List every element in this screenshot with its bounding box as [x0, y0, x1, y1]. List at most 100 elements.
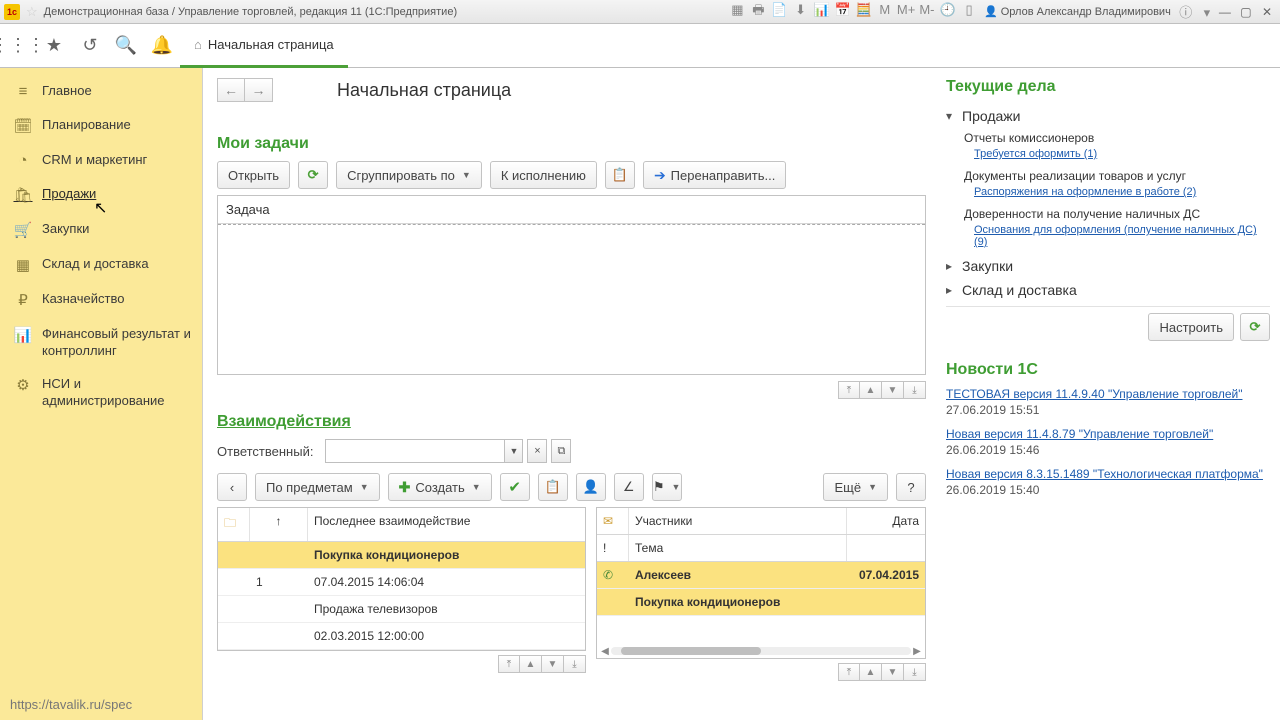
- configure-button[interactable]: Настроить: [1148, 313, 1234, 341]
- by-subject-button[interactable]: По предметам▼: [255, 473, 380, 501]
- doc-icon[interactable]: 📄: [770, 2, 788, 18]
- redirect-label: Перенаправить...: [671, 168, 776, 183]
- back-icon[interactable]: ←: [217, 78, 245, 102]
- calendar-icon[interactable]: 📅: [834, 2, 852, 18]
- table-row[interactable]: ✆ Алексеев 07.04.2015: [597, 562, 925, 589]
- apps-icon[interactable]: ⋮⋮⋮: [0, 24, 36, 68]
- sidebar-item-warehouse[interactable]: ▦Склад и доставка: [0, 247, 202, 282]
- open-button[interactable]: Открыть: [217, 161, 290, 189]
- dropdown-icon[interactable]: ▾: [1198, 5, 1216, 21]
- redirect-button[interactable]: ➔Перенаправить...: [643, 161, 786, 189]
- refresh-button[interactable]: ⟳: [1240, 313, 1270, 341]
- table-row[interactable]: Покупка кондиционеров: [597, 589, 925, 616]
- create-button[interactable]: ✚Создать▼: [388, 473, 492, 501]
- accept-button[interactable]: 📋: [605, 161, 635, 189]
- up-icon[interactable]: ▲: [860, 381, 882, 399]
- help-button[interactable]: ?: [896, 473, 926, 501]
- tasks-nav: ⤒▲▼⤓: [217, 381, 926, 399]
- down-icon[interactable]: ▼: [882, 381, 904, 399]
- table-row[interactable]: Продажа телевизоров: [218, 596, 585, 623]
- affairs-sales[interactable]: ▾Продажи: [946, 104, 1270, 128]
- grid-icon[interactable]: ▦: [728, 2, 746, 18]
- tasks-body[interactable]: [218, 224, 925, 374]
- affairs-warehouse[interactable]: ▸Склад и доставка: [946, 278, 1270, 302]
- user-block[interactable]: 👤 Орлов Александр Владимирович: [984, 5, 1171, 18]
- sidebar-item-admin[interactable]: ⚙НСИ и администрирование: [0, 367, 202, 417]
- col-icon[interactable]: 🗀: [218, 508, 250, 541]
- bell-icon[interactable]: 🔔: [144, 24, 180, 68]
- group-button[interactable]: Сгруппировать по▼: [336, 161, 482, 189]
- m-plus-icon[interactable]: M+: [897, 2, 915, 17]
- first-icon[interactable]: ⤒: [498, 655, 520, 673]
- news-link[interactable]: Новая версия 11.4.8.79 "Управление торго…: [946, 427, 1270, 441]
- chart-icon[interactable]: 📊: [813, 2, 831, 18]
- last-icon[interactable]: ⤓: [904, 381, 926, 399]
- sidebar-item-finance[interactable]: 📊Финансовый результат и контроллинг: [0, 317, 202, 367]
- col-date[interactable]: Дата: [847, 508, 925, 534]
- table-row[interactable]: 02.03.2015 12:00:00: [218, 623, 585, 650]
- close-icon[interactable]: ✕: [1258, 5, 1276, 19]
- minimize-icon[interactable]: —: [1216, 5, 1234, 19]
- table-row[interactable]: Покупка кондиционеров: [218, 542, 585, 569]
- affairs-link[interactable]: Требуется оформить (1): [946, 148, 1270, 160]
- star-icon[interactable]: ☆: [26, 4, 38, 20]
- first-icon[interactable]: ⤒: [838, 381, 860, 399]
- search-icon[interactable]: 🔍: [108, 24, 144, 68]
- left-arrow-icon[interactable]: ◀: [599, 646, 611, 657]
- up-icon[interactable]: ▲: [520, 655, 542, 673]
- history-icon[interactable]: ↺: [72, 24, 108, 68]
- info-icon[interactable]: ⓘ: [1177, 2, 1195, 21]
- down-icon[interactable]: ▼: [882, 663, 904, 681]
- refresh-button[interactable]: ⟳: [298, 161, 328, 189]
- sidebar-item-planning[interactable]: 🗓Планирование: [0, 108, 202, 143]
- tasks-column-header[interactable]: Задача: [218, 196, 925, 224]
- clock-icon[interactable]: 🕘: [939, 2, 957, 18]
- col-sort[interactable]: ↑: [250, 508, 308, 541]
- hscroll[interactable]: ◀▶: [597, 644, 925, 658]
- affairs-link[interactable]: Основания для оформления (получение нали…: [946, 224, 1270, 248]
- chevron-down-icon[interactable]: ▼: [505, 439, 523, 463]
- download-icon[interactable]: ⬇: [792, 2, 810, 18]
- interactions-title[interactable]: Взаимодействия: [217, 413, 926, 431]
- tab-home[interactable]: ⌂ Начальная страница: [180, 24, 348, 68]
- print-icon[interactable]: 🖶: [749, 1, 767, 23]
- clear-icon[interactable]: ×: [527, 439, 547, 463]
- col-last[interactable]: Последнее взаимодействие: [308, 508, 585, 541]
- maximize-icon[interactable]: ▢: [1237, 5, 1255, 19]
- last-icon[interactable]: ⤓: [564, 655, 586, 673]
- col-participants[interactable]: Участники: [629, 508, 847, 534]
- table-row[interactable]: 107.04.2015 14:06:04: [218, 569, 585, 596]
- sidebar-item-label: НСИ и администрирование: [42, 375, 192, 409]
- responsible-input[interactable]: [325, 439, 505, 463]
- check-button[interactable]: ✔: [500, 473, 530, 501]
- up-icon[interactable]: ▲: [860, 663, 882, 681]
- flag-button[interactable]: ⚑▼: [652, 473, 682, 501]
- person-button[interactable]: 👤: [576, 473, 606, 501]
- affairs-purchases[interactable]: ▸Закупки: [946, 254, 1270, 278]
- book-icon[interactable]: ▯: [960, 2, 978, 18]
- copy-button[interactable]: 📋: [538, 473, 568, 501]
- news-link[interactable]: ТЕСТОВАЯ версия 11.4.9.40 "Управление то…: [946, 387, 1270, 401]
- more-button[interactable]: Ещё▼: [823, 473, 888, 501]
- sidebar-item-crm[interactable]: ◔CRM и маркетинг: [0, 143, 202, 177]
- calc-icon[interactable]: 🧮: [855, 2, 873, 18]
- forward-icon[interactable]: →: [245, 78, 273, 102]
- sidebar-item-main[interactable]: ≡Главное: [0, 74, 202, 108]
- right-arrow-icon[interactable]: ▶: [911, 646, 923, 657]
- favorite-icon[interactable]: ★: [36, 24, 72, 68]
- col-mail-icon[interactable]: ✉: [597, 508, 629, 534]
- m-minus-icon[interactable]: M-: [918, 2, 936, 17]
- news-link[interactable]: Новая версия 8.3.15.1489 "Технологическа…: [946, 467, 1270, 481]
- reply-button[interactable]: ∠: [614, 473, 644, 501]
- down-icon[interactable]: ▼: [542, 655, 564, 673]
- first-icon[interactable]: ⤒: [838, 663, 860, 681]
- expand-icon[interactable]: ⧉: [551, 439, 571, 463]
- affairs-link[interactable]: Распоряжения на оформление в работе (2): [946, 186, 1270, 198]
- col-topic[interactable]: Тема: [629, 535, 847, 561]
- last-icon[interactable]: ⤓: [904, 663, 926, 681]
- due-button[interactable]: К исполнению: [490, 161, 597, 189]
- sidebar-item-treasury[interactable]: ₽Казначейство: [0, 282, 202, 317]
- prev-button[interactable]: ‹: [217, 473, 247, 501]
- m-icon[interactable]: M: [876, 2, 894, 17]
- col-flag-icon[interactable]: !: [597, 535, 629, 561]
